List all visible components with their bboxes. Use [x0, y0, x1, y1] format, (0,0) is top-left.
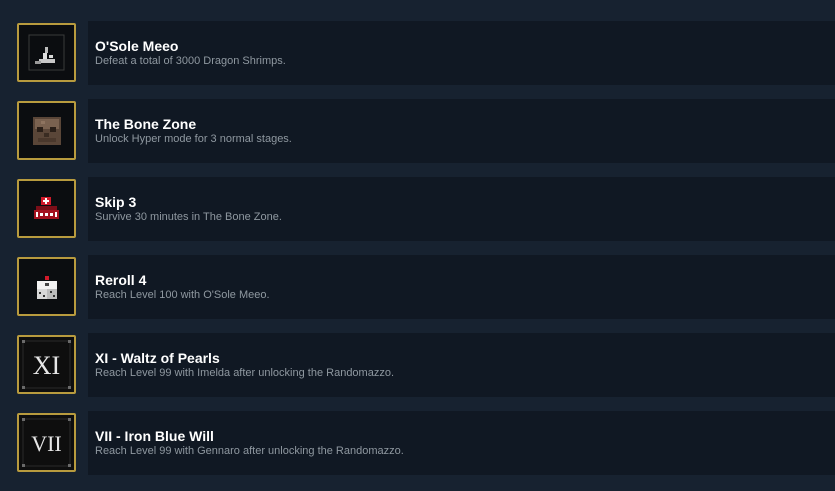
achievement-row[interactable]: VII VII - Iron Blue Will Reach Level 99 … [0, 411, 835, 489]
achievement-card: The Bone Zone Unlock Hyper mode for 3 no… [88, 99, 835, 163]
achievement-card: Reroll 4 Reach Level 100 with O'Sole Mee… [88, 255, 835, 319]
arcana-xi-icon: XI [19, 337, 74, 392]
achievement-row[interactable]: O'Sole Meeo Defeat a total of 3000 Drago… [0, 21, 835, 99]
achievement-icon-frame [17, 257, 76, 316]
achievement-list: O'Sole Meeo Defeat a total of 3000 Drago… [0, 0, 835, 491]
arcana-numeral: VII [31, 431, 62, 456]
achievement-row[interactable]: Reroll 4 Reach Level 100 with O'Sole Mee… [0, 255, 835, 333]
achievement-title: VII - Iron Blue Will [95, 428, 214, 444]
achievement-row[interactable]: XI XI - Waltz of Pearls Reach Level 99 w… [0, 333, 835, 411]
achievement-card: Skip 3 Survive 30 minutes in The Bone Zo… [88, 177, 835, 241]
shrimp-icon [28, 34, 65, 71]
achievement-title: O'Sole Meeo [95, 38, 179, 54]
achievement-description: Defeat a total of 3000 Dragon Shrimps. [95, 55, 286, 67]
dice-icon [37, 276, 57, 299]
achievement-description: Survive 30 minutes in The Bone Zone. [95, 211, 282, 223]
achievement-card: VII - Iron Blue Will Reach Level 99 with… [88, 411, 835, 475]
achievement-card: O'Sole Meeo Defeat a total of 3000 Drago… [88, 21, 835, 85]
achievement-card: XI - Waltz of Pearls Reach Level 99 with… [88, 333, 835, 397]
achievement-description: Reach Level 100 with O'Sole Meeo. [95, 289, 270, 301]
skull-icon [33, 117, 61, 145]
achievement-icon-frame [17, 179, 76, 238]
achievement-icon-frame [17, 23, 76, 82]
achievement-description: Reach Level 99 with Gennaro after unlock… [95, 445, 404, 457]
achievement-title: XI - Waltz of Pearls [95, 350, 220, 366]
achievement-description: Reach Level 99 with Imelda after unlocki… [95, 367, 395, 379]
arcana-numeral: XI [33, 351, 60, 380]
skip-icon [34, 197, 59, 219]
achievement-icon-frame: VII [17, 413, 76, 472]
achievement-title: The Bone Zone [95, 116, 197, 132]
achievement-title: Skip 3 [95, 194, 137, 210]
arcana-vii-icon: VII [19, 415, 74, 470]
achievement-row[interactable]: The Bone Zone Unlock Hyper mode for 3 no… [0, 99, 835, 177]
achievement-title: Reroll 4 [95, 272, 147, 288]
achievement-description: Unlock Hyper mode for 3 normal stages. [95, 133, 292, 145]
achievement-icon-frame [17, 101, 76, 160]
achievement-row[interactable]: Skip 3 Survive 30 minutes in The Bone Zo… [0, 177, 835, 255]
achievement-icon-frame: XI [17, 335, 76, 394]
